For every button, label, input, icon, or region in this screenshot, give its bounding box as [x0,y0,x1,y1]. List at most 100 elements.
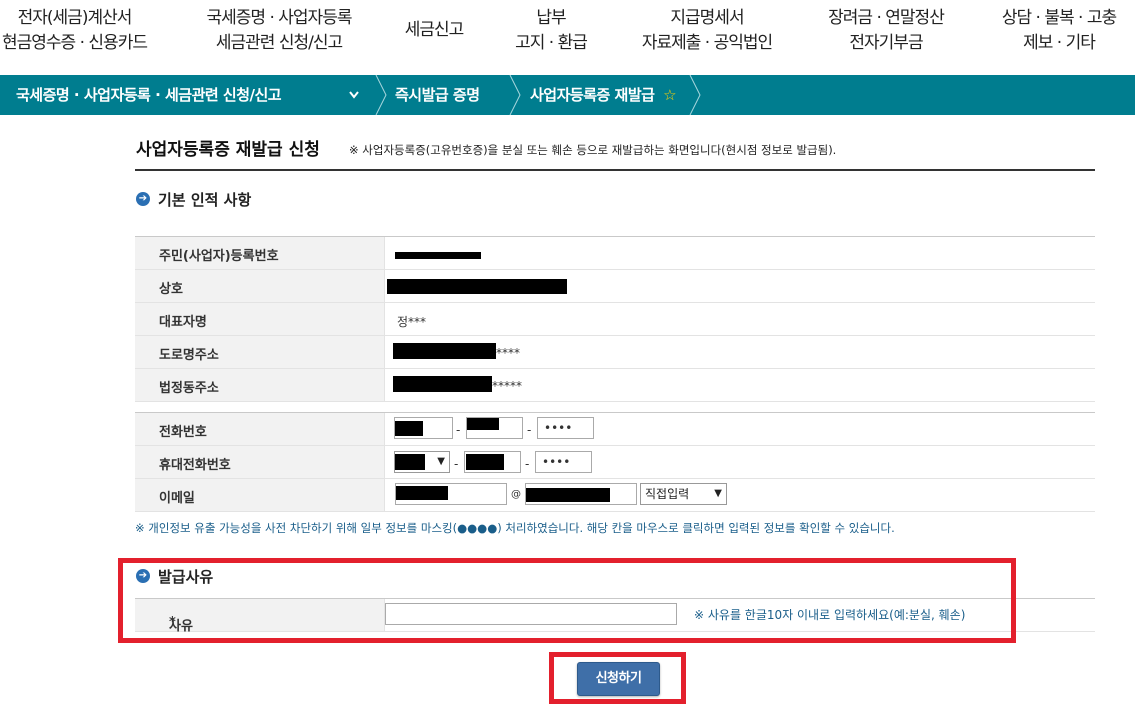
row-value: **** [385,336,1095,368]
menu-label-line1: 국세증명 · 사업자등록 [206,8,353,28]
top-navigation: 전자(세금)계산서 현금영수증 · 신용카드 국세증명 · 사업자등록 세금관련… [0,0,1135,75]
breadcrumb: 국세증명 · 사업자등록 · 세금관련 신청/신고 즉시발급 증명 사업자등록증… [0,75,1135,115]
row-header: 전화번호 [135,413,385,445]
menu-label-line1: 전자(세금)계산서 [17,8,133,28]
dash-separator: - [525,457,530,471]
table-row: 휴대전화번호 ▼ - - •••• [135,446,1095,479]
breadcrumb-level2[interactable]: 즉시발급 증명 [395,75,480,115]
chevron-down-icon[interactable] [348,75,360,115]
row-header: 휴대전화번호 [135,446,385,478]
redaction-mask [393,343,496,359]
row-value: ***** [385,369,1095,401]
row-label: 도로명주소 [159,348,219,363]
breadcrumb-separator-icon [372,75,392,115]
row-value: @ 직접입력 ▼ [385,479,1095,511]
highlight-box-reason [118,558,1016,643]
redaction-mask [396,486,448,500]
menu-label-line1: 장려금 · 연말정산 [828,8,945,28]
breadcrumb-level1[interactable]: 국세증명 · 사업자등록 · 세금관련 신청/신고 [16,75,282,115]
email-domain-field[interactable] [525,483,637,505]
at-sign: @ [511,489,521,500]
email-domain-select[interactable]: 직접입력 ▼ [640,483,727,505]
row-header: 도로명주소 [135,336,385,368]
table-row: 도로명주소 **** [135,336,1095,369]
title-divider [135,169,1095,171]
breadcrumb-separator-icon [686,75,706,115]
basic-info-table: 주민(사업자)등록번호 상호 대표자명 정*** 도로명주소 **** 법정동주… [135,236,1095,402]
basic-info-heading-label: 기본 인적 사항 [158,191,252,209]
breadcrumb-level3-label: 사업자등록증 재발급 [530,86,655,104]
row-header: 대표자명 [135,303,385,335]
highlight-box-submit [549,652,686,704]
menu-label-line1: 납부 [536,8,566,28]
row-label: 대표자명 [159,315,207,330]
email-domain-select-value: 직접입력 [645,487,690,501]
menu-consulting[interactable]: 상담 · 불복 · 고충 제보 · 기타 [985,6,1133,56]
redaction-mask [395,252,481,259]
dash-separator: - [454,457,459,471]
table-row: 대표자명 정*** [135,303,1095,336]
menu-incentive[interactable]: 장려금 · 연말정산 전자기부금 [812,6,960,56]
redaction-mask [526,488,610,502]
masked-value[interactable]: ***** [492,379,522,393]
menu-label-line2: 전자기부금 [849,33,923,53]
row-header: 주민(사업자)등록번호 [135,237,385,269]
phone-field-1[interactable] [394,417,453,439]
masking-notice: ※ 개인정보 유출 가능성을 사전 차단하기 위해 일부 정보를 마스킹(●●●… [135,521,895,535]
row-value [385,237,1095,269]
dash-separator: - [456,423,461,437]
contact-table: 전화번호 - - •••• 휴대전화번호 ▼ - - •••• 이메일 @ 직접… [135,412,1095,512]
table-row: 전화번호 - - •••• [135,413,1095,446]
favorite-star-icon[interactable]: ☆ [663,86,676,104]
menu-label-line2: 고지 · 환급 [515,33,588,53]
menu-payment-statement[interactable]: 지급명세서 자료제출 · 공익법인 [627,6,787,56]
email-id-field[interactable] [395,483,507,505]
mobile-field-2[interactable] [464,451,521,473]
menu-payment[interactable]: 납부 고지 · 환급 [505,6,597,56]
menu-tax-filing[interactable]: 세금신고 [394,18,474,43]
table-row: 이메일 @ 직접입력 ▼ [135,479,1095,512]
row-label: 전화번호 [159,425,207,440]
menu-label-line2: 제보 · 기타 [1023,33,1096,53]
chevron-down-icon: ▼ [714,488,722,499]
row-value: 정*** [385,303,1095,335]
redaction-mask [387,279,567,294]
menu-label-line1: 상담 · 불복 · 고충 [1001,8,1117,28]
row-header: 법정동주소 [135,369,385,401]
row-header: 이메일 [135,479,385,511]
menu-label-line2: 현금영수증 · 신용카드 [2,33,148,53]
row-label: 주민(사업자)등록번호 [159,249,279,264]
arrow-circle-icon: ➔ [136,191,150,206]
basic-info-heading: ➔ 기본 인적 사항 [136,189,251,210]
row-label: 휴대전화번호 [159,458,231,473]
row-value: - - •••• [385,413,1095,445]
menu-e-tax-invoice[interactable]: 전자(세금)계산서 현금영수증 · 신용카드 [0,6,157,56]
table-row: 상호 [135,270,1095,303]
page-title: 사업자등록증 재발급 신청 [136,140,320,160]
phone-field-3[interactable]: •••• [537,417,594,439]
menu-tax-certificate[interactable]: 국세증명 · 사업자등록 세금관련 신청/신고 [196,6,362,56]
row-label: 법정동주소 [159,381,219,396]
table-row: 법정동주소 ***** [135,369,1095,402]
menu-label-line2: 세금관련 신청/신고 [215,33,343,53]
mobile-prefix-select[interactable]: ▼ [394,451,450,473]
dash-separator: - [527,423,532,437]
mobile-field-3[interactable]: •••• [535,451,592,473]
redaction-mask [466,454,504,470]
redaction-mask [467,418,499,430]
phone-field-2[interactable] [466,417,523,439]
redaction-mask [393,376,492,392]
redaction-mask [395,454,425,470]
row-header: 상호 [135,270,385,302]
row-value [385,270,1095,302]
masked-value[interactable]: 정*** [397,313,426,330]
breadcrumb-level3[interactable]: 사업자등록증 재발급 ☆ [530,75,677,115]
table-row: 주민(사업자)등록번호 [135,237,1095,270]
breadcrumb-separator-icon [506,75,526,115]
masked-value[interactable]: **** [496,346,520,360]
menu-label-line2: 자료제출 · 공익법인 [641,33,773,53]
menu-label-line1: 세금신고 [404,20,465,40]
redaction-mask [395,421,423,436]
page-title-note: ※ 사업자등록증(고유번호증)을 분실 또는 훼손 등으로 재발급하는 화면입니… [349,143,837,157]
menu-label-line1: 지급명세서 [670,8,744,28]
